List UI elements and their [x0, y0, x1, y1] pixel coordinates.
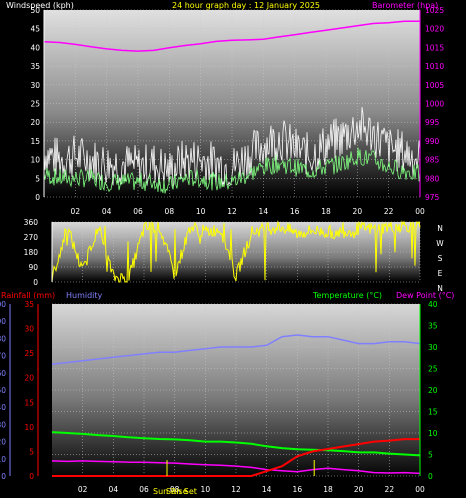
humidity-tick-label: 90 — [0, 317, 6, 326]
barometer-tick-label: 975 — [425, 193, 440, 202]
humidity-tick-label: 40 — [0, 403, 6, 412]
compass-label: W — [436, 239, 444, 248]
temperature-tick-label: 35 — [428, 322, 438, 331]
humidity-tick-label: 30 — [0, 420, 6, 429]
temperature-tick-label: 5 — [428, 451, 433, 460]
wind-x-tick-label: 08 — [165, 207, 175, 216]
wind-x-tick-label: 02 — [71, 207, 81, 216]
humidity-tick-label: 80 — [0, 334, 6, 343]
wind-x-tick-label: 06 — [133, 207, 143, 216]
rainfall-tick-label: 10 — [24, 423, 34, 432]
wind-tick-label: 0 — [35, 193, 40, 202]
dewpoint-legend: Dew Point (°C) — [396, 291, 454, 300]
humidity-legend: Humidity — [66, 291, 103, 300]
weather-graphs: 0 5 10 15 20 25 30 35 40 45 50 975 980 985 990 995 1000 1… — [0, 0, 466, 498]
direction-tick-label: 0 — [33, 278, 38, 287]
wind-tick-label: 10 — [30, 156, 40, 165]
climate-x-tick-label: 16 — [293, 485, 303, 494]
humidity-tick-label: 50 — [0, 386, 6, 395]
wind-tick-label: 35 — [30, 62, 40, 71]
climate-x-tick-label: 18 — [323, 485, 333, 494]
wind-x-tick-label: 20 — [353, 207, 363, 216]
barometer-tick-label: 1020 — [425, 25, 444, 34]
barometer-tick-label: 1010 — [425, 62, 444, 71]
chart-title: 24 hour graph day : 12 January 2025 — [172, 1, 320, 10]
rainfall-tick-label: 30 — [24, 325, 34, 334]
direction-tick-label: 360 — [24, 218, 39, 227]
rainfall-tick-label: 35 — [24, 300, 34, 309]
humidity-tick-label: 10 — [0, 455, 6, 464]
direction-tick-label: 180 — [24, 248, 39, 257]
humidity-tick-label: 70 — [0, 352, 6, 361]
temperature-legend: Temperature (°C) — [312, 291, 382, 300]
temperature-tick-label: 30 — [428, 343, 438, 352]
climate-x-tick-label: 20 — [354, 485, 364, 494]
weather-chart-canvas: 0510152025303540455097598098599099510001… — [0, 1, 454, 496]
rainfall-tick-label: 0 — [29, 472, 34, 481]
wind-x-tick-label: 16 — [290, 207, 300, 216]
climate-x-tick-label: 22 — [385, 485, 395, 494]
wind-tick-label: 25 — [30, 100, 40, 109]
sunset-label: Sun Set — [166, 487, 197, 496]
barometer-axis-title: Barometer (hpa) — [372, 1, 438, 10]
barometer-tick-label: 1000 — [425, 100, 444, 109]
climate-x-tick-label: 12 — [231, 485, 241, 494]
rainfall-tick-label: 5 — [29, 447, 34, 456]
wind-tick-label: 40 — [30, 43, 40, 52]
direction-tick-label: 90 — [28, 263, 38, 272]
temperature-tick-label: 0 — [428, 472, 433, 481]
direction-tick-label: 270 — [24, 233, 39, 242]
wind-tick-label: 15 — [30, 137, 40, 146]
humidity-tick-label: 100 — [0, 300, 6, 309]
climate-x-tick-label: 02 — [78, 485, 88, 494]
wind-x-tick-label: 14 — [259, 207, 269, 216]
wind-tick-label: 30 — [30, 81, 40, 90]
barometer-tick-label: 1015 — [425, 43, 444, 52]
climate-x-tick-label: 10 — [201, 485, 211, 494]
wind-x-tick-label: 22 — [384, 207, 394, 216]
barometer-tick-label: 980 — [425, 174, 440, 183]
wind-x-tick-label: 12 — [227, 207, 237, 216]
humidity-tick-label: 60 — [0, 369, 6, 378]
rainfall-legend: Rainfall (mm) — [1, 291, 55, 300]
barometer-tick-label: 995 — [425, 118, 440, 127]
compass-label: N — [437, 224, 443, 233]
rainfall-tick-label: 25 — [24, 349, 34, 358]
temperature-tick-label: 10 — [428, 429, 438, 438]
wind-x-tick-label: 00 — [415, 207, 425, 216]
compass-label: S — [438, 254, 443, 263]
wind-tick-label: 5 — [35, 174, 40, 183]
wind-x-tick-label: 04 — [102, 207, 112, 216]
climate-x-tick-label: 14 — [262, 485, 272, 494]
wind-x-tick-label: 10 — [196, 207, 206, 216]
windspeed-axis-title: Windspeed (kph) — [6, 1, 74, 10]
temperature-tick-label: 40 — [428, 300, 438, 309]
rainfall-tick-label: 20 — [24, 374, 34, 383]
barometer-tick-label: 985 — [425, 156, 440, 165]
humidity-tick-label: 20 — [0, 438, 6, 447]
temperature-tick-label: 15 — [428, 408, 438, 417]
climate-x-tick-label: 00 — [415, 485, 425, 494]
compass-label: E — [438, 269, 443, 278]
wind-tick-label: 45 — [30, 25, 40, 34]
barometer-tick-label: 1005 — [425, 81, 444, 90]
wind-tick-label: 20 — [30, 118, 40, 127]
wind-x-tick-label: 18 — [321, 207, 331, 216]
rainfall-tick-label: 15 — [24, 398, 34, 407]
temperature-tick-label: 20 — [428, 386, 438, 395]
humidity-tick-label: 0 — [1, 472, 6, 481]
climate-x-tick-label: 04 — [109, 485, 119, 494]
climate-x-tick-label: 06 — [139, 485, 149, 494]
temperature-tick-label: 25 — [428, 365, 438, 374]
barometer-tick-label: 990 — [425, 137, 440, 146]
